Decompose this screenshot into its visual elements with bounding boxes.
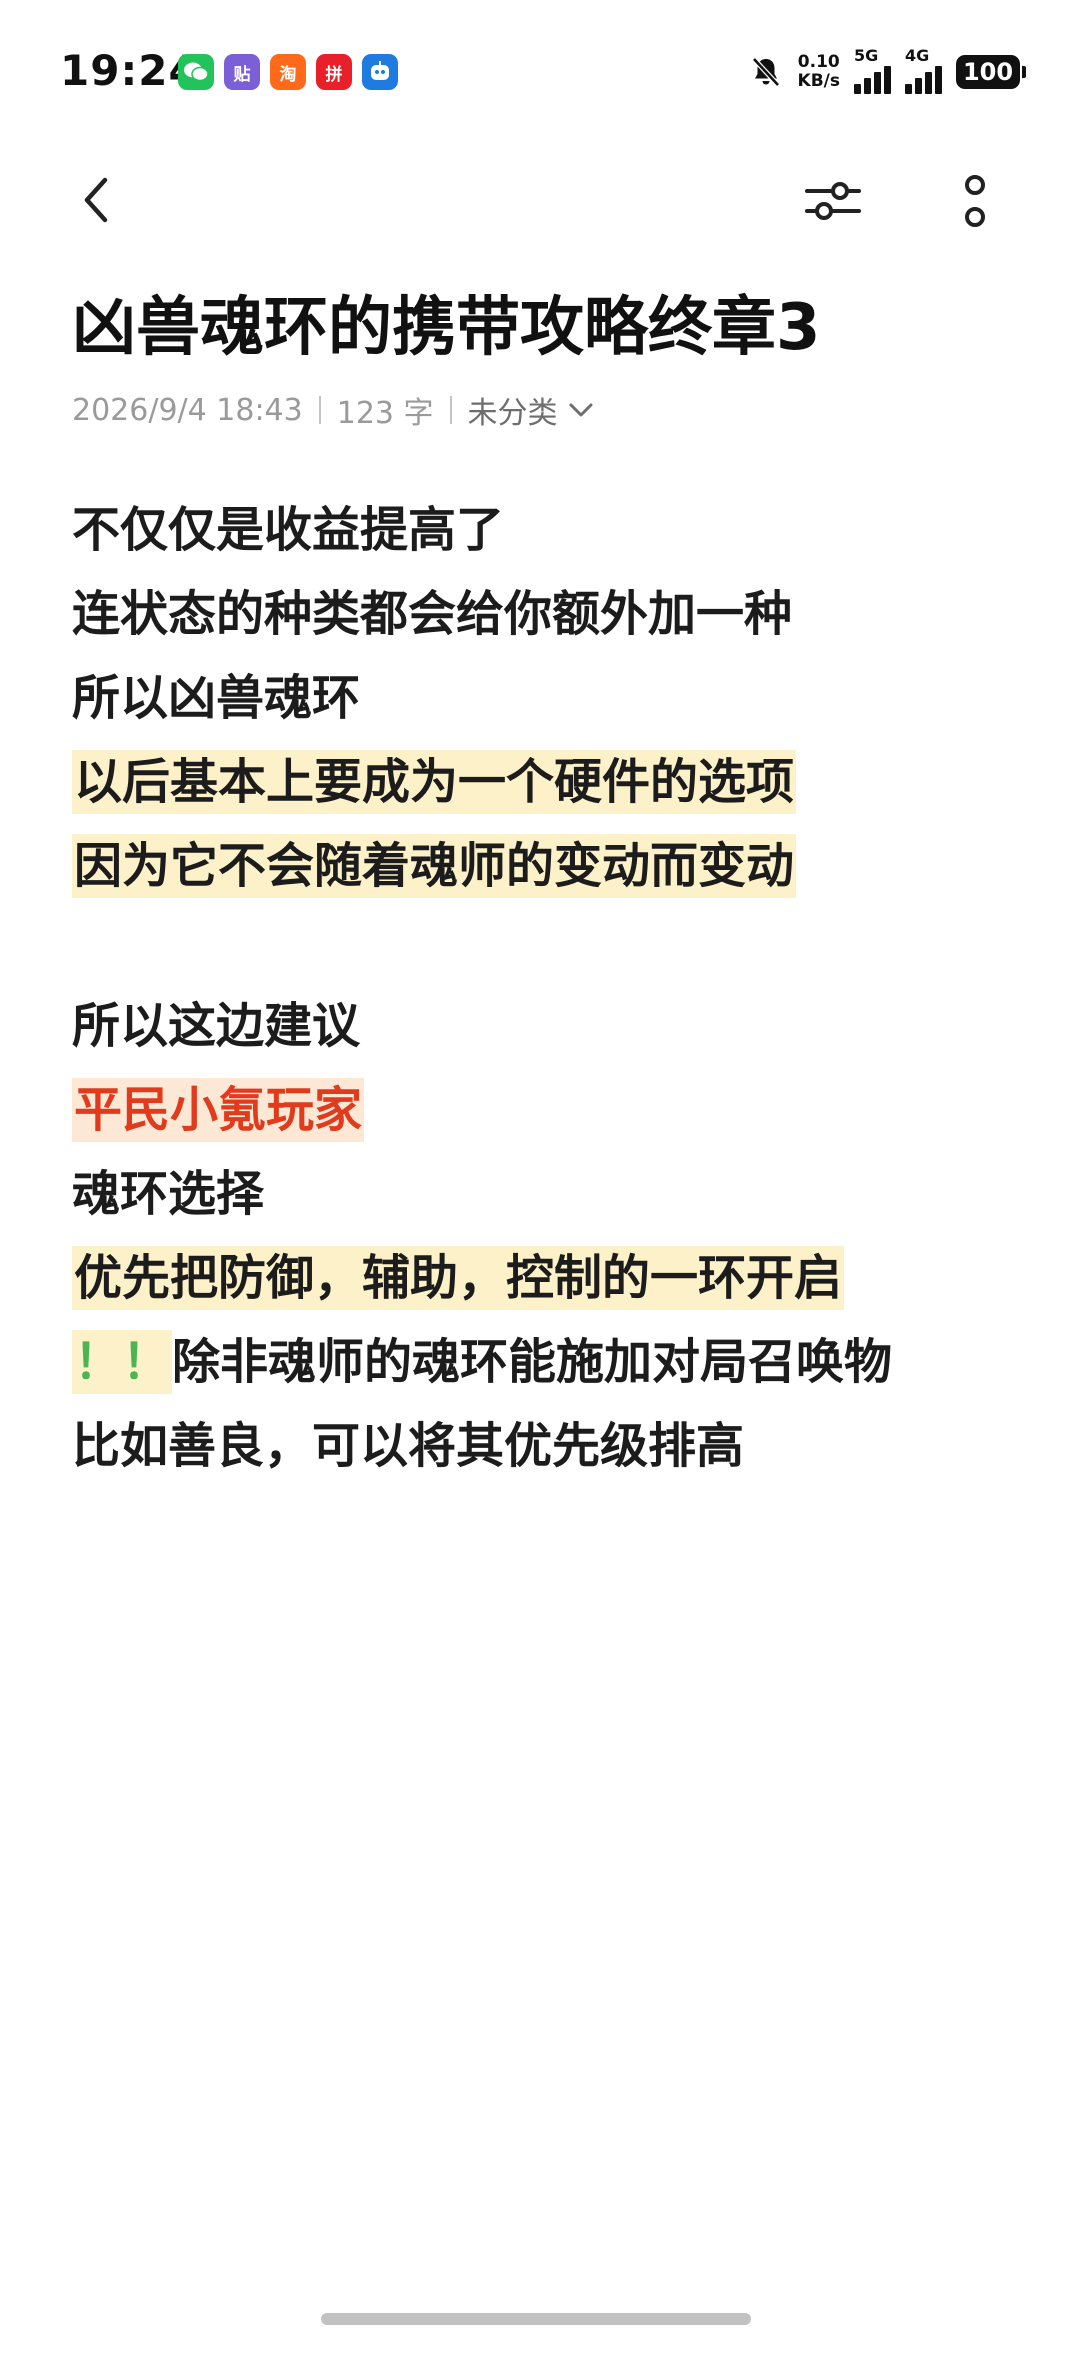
taobao-icon: 淘 — [270, 54, 306, 90]
battery-indicator: 100 — [956, 55, 1026, 89]
notification-app-icons: 贴 淘 拼 — [178, 54, 398, 90]
note-body[interactable]: 不仅仅是收益提高了 连状态的种类都会给你额外加一种 所以凶兽魂环 以后基本上要成… — [72, 488, 1032, 1488]
note-date: 2026/9/4 18:43 — [72, 392, 303, 428]
mute-bell-icon — [751, 57, 780, 87]
note-line: 不仅仅是收益提高了 — [72, 502, 505, 558]
note-blank-line — [72, 908, 1032, 984]
pinduoduo-icon: 拼 — [316, 54, 352, 90]
note-line: 所以凶兽魂环 — [72, 670, 361, 726]
note-line: 连状态的种类都会给你额外加一种 — [72, 586, 793, 642]
note-toolbar — [0, 140, 1080, 260]
category-label: 未分类 — [467, 396, 558, 431]
robot-app-icon — [362, 54, 398, 90]
network-speed: 0.10 KB/s — [797, 52, 840, 91]
note-line-highlighted: 以后基本上要成为一个硬件的选项 — [72, 740, 1032, 824]
signal-5g: 5G — [854, 46, 891, 94]
note-line-red: 平民小氪玩家 — [72, 1068, 1032, 1152]
note-word-count: 123 字 — [336, 396, 434, 431]
note-line: 魂环选择 — [72, 1166, 265, 1222]
note-line: ！！除非魂师的魂环能施加对局召唤物 — [72, 1320, 1032, 1404]
status-bar: 19:24 贴 淘 拼 0.10 KB/s 5G 4G 100 — [0, 0, 1080, 140]
wechat-icon — [178, 54, 214, 90]
chevron-down-icon — [569, 403, 593, 417]
exclamation-marks: ！！ — [72, 1330, 173, 1394]
back-button[interactable] — [66, 170, 126, 230]
home-indicator[interactable] — [321, 2313, 751, 2325]
sliders-icon — [805, 182, 861, 220]
note-line: 所以这边建议 — [72, 998, 361, 1054]
note-line: 比如善良，可以将其优先级排高 — [72, 1418, 745, 1474]
note-line-highlighted: 因为它不会随着魂师的变动而变动 — [72, 824, 1032, 908]
note-meta: 2026/9/4 18:43 123 字 未分类 — [72, 388, 594, 432]
meta-divider — [449, 396, 452, 424]
more-options-button[interactable] — [940, 166, 1010, 236]
note-title[interactable]: 凶兽魂环的携带攻略终章3 — [72, 288, 1032, 368]
tieba-icon: 贴 — [224, 54, 260, 90]
status-right-group: 0.10 KB/s 5G 4G 100 — [748, 46, 1026, 94]
adjust-style-button[interactable] — [798, 166, 868, 236]
category-selector[interactable]: 未分类 — [468, 388, 594, 432]
note-line-highlighted: 优先把防御，辅助，控制的一环开启 — [72, 1236, 1032, 1320]
chevron-left-icon — [84, 177, 108, 223]
more-vertical-icon — [965, 175, 985, 227]
signal-4g: 4G — [905, 46, 942, 94]
meta-divider — [318, 396, 321, 424]
